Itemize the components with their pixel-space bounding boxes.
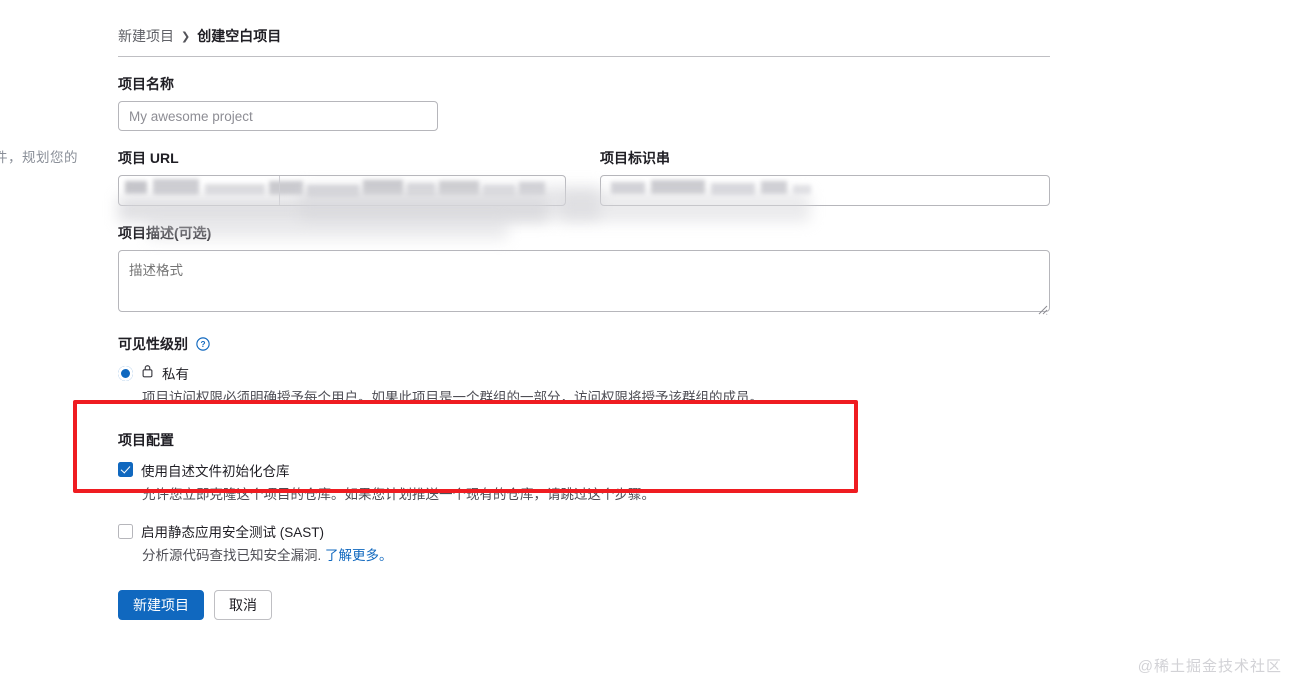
project-name-input[interactable]	[118, 101, 438, 131]
sast-checkbox-row[interactable]: 启用静态应用安全测试 (SAST)	[118, 521, 1050, 541]
project-slug-input[interactable]	[600, 175, 1050, 206]
create-project-button[interactable]: 新建项目	[118, 589, 204, 620]
project-configuration-title: 项目配置	[118, 431, 174, 448]
project-url-row: 项目 URL 项目标识串	[118, 148, 1050, 206]
svg-text:?: ?	[200, 339, 205, 349]
breadcrumb-item-new-project[interactable]: 新建项目	[118, 26, 174, 46]
create-blank-project-page: 件，规划您的 新建项目 ❯ 创建空白项目 项目名称 项目 URL	[0, 0, 1298, 698]
readme-checkbox-row[interactable]: 使用自述文件初始化仓库	[118, 460, 1050, 480]
cancel-button[interactable]: 取消	[214, 589, 272, 620]
project-name-field-group: 项目名称	[118, 74, 1050, 131]
project-url-label: 项目 URL	[118, 150, 179, 166]
project-description-textarea[interactable]	[118, 250, 1050, 312]
radio-private[interactable]	[118, 365, 133, 381]
sast-description: 分析源代码查找已知安全漏洞. 了解更多。	[142, 546, 1050, 566]
left-edge-text-fragment: 件，规划您的	[0, 150, 78, 165]
sast-description-text: 分析源代码查找已知安全漏洞.	[142, 548, 322, 564]
project-name-label: 项目名称	[118, 76, 174, 92]
redaction-mosaic	[119, 176, 565, 205]
header-divider	[118, 56, 1050, 57]
chevron-right-icon: ❯	[181, 30, 191, 43]
redaction-mosaic	[601, 176, 1049, 205]
visibility-private-description: 项目访问权限必须明确授予每个用户。如果此项目是一个群组的一部分，访问权限将授予该…	[142, 390, 763, 405]
project-url-field-group: 项目 URL	[118, 148, 566, 206]
project-url-input[interactable]	[118, 175, 566, 206]
sast-group: 启用静态应用安全测试 (SAST) 分析源代码查找已知安全漏洞. 了解更多。	[118, 521, 1050, 566]
visibility-option-private[interactable]: 私有	[118, 363, 1050, 383]
sast-learn-more-link[interactable]: 了解更多。	[325, 548, 393, 563]
question-circle-icon[interactable]: ?	[196, 337, 210, 354]
visibility-label: 可见性级别 ?	[118, 334, 1050, 354]
project-form: 新建项目 ❯ 创建空白项目 项目名称 项目 URL	[118, 26, 1050, 620]
sast-checkbox[interactable]	[118, 523, 133, 539]
readme-checkbox-label: 使用自述文件初始化仓库	[141, 463, 290, 479]
readme-checkbox[interactable]	[118, 462, 133, 478]
visibility-private-label: 私有	[162, 367, 189, 382]
project-description-field-group: 项目描述(可选)	[118, 223, 1050, 317]
readme-description: 允许您立即克隆这个项目的仓库。如果您计划推送一个现有的仓库，请跳过这个步骤。	[142, 486, 655, 502]
project-description-label: 项目描述(可选)	[118, 225, 212, 241]
watermark: @稀土掘金技术社区	[1137, 658, 1282, 675]
project-configuration-group: 项目配置 使用自述文件初始化仓库 允许您立即克隆这个项目的仓库。如果您计划推送一…	[118, 430, 1050, 505]
form-actions: 新建项目 取消	[118, 589, 1050, 620]
breadcrumb-item-current: 创建空白项目	[197, 28, 282, 44]
project-slug-field-group: 项目标识串	[600, 148, 1050, 206]
breadcrumb: 新建项目 ❯ 创建空白项目	[118, 26, 1050, 46]
visibility-field-group: 可见性级别 ? 私有 项目访问权限必须明确授予每个用户。如果此项目是一个群组的一…	[118, 334, 1050, 408]
sast-checkbox-label: 启用静态应用安全测试 (SAST)	[141, 525, 325, 541]
lock-icon	[141, 364, 154, 383]
project-slug-label: 项目标识串	[600, 150, 670, 166]
